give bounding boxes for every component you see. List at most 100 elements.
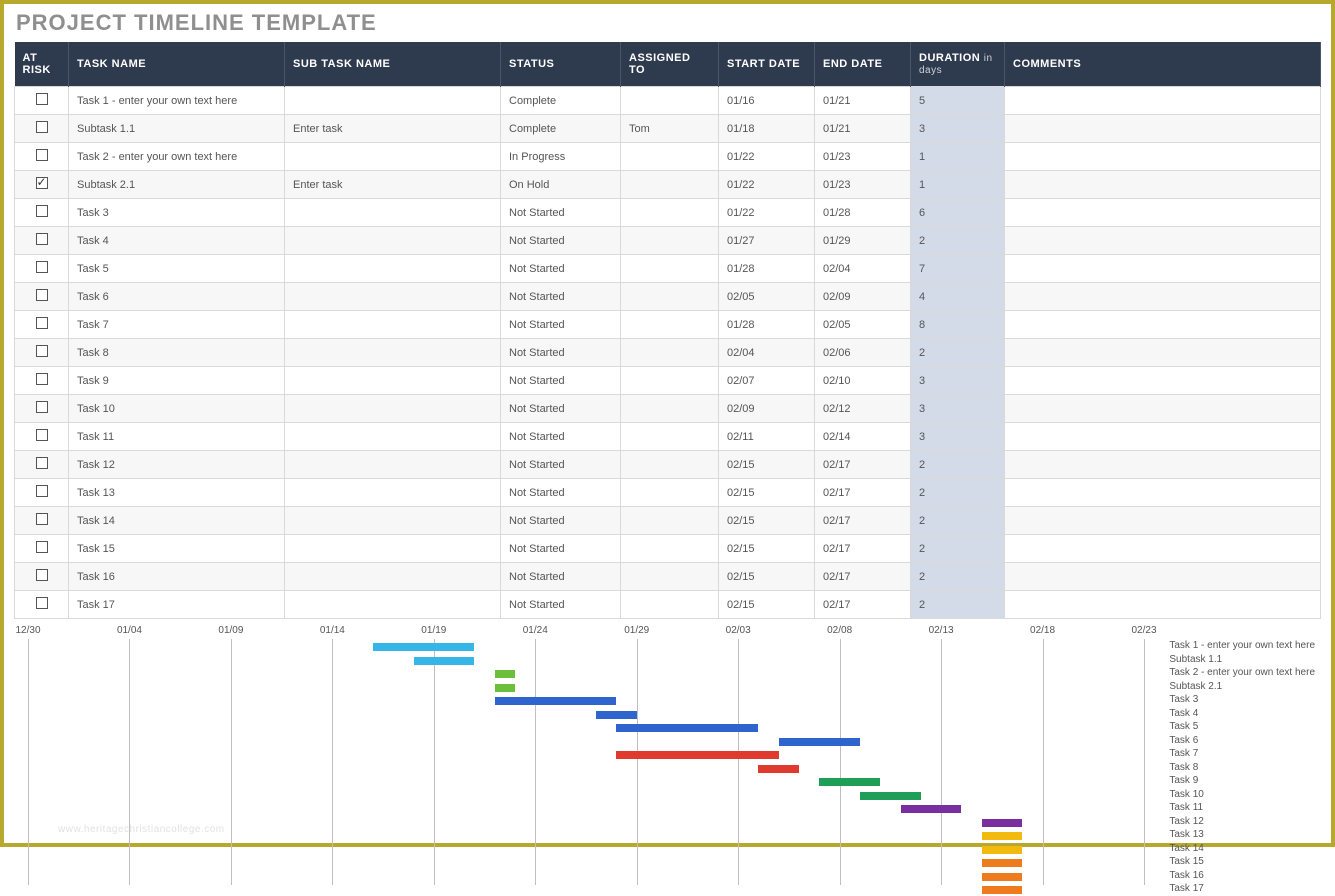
assigned-cell[interactable]	[621, 535, 719, 563]
task-name-cell[interactable]: Task 15	[69, 535, 285, 563]
end-cell[interactable]: 02/05	[815, 311, 911, 339]
task-name-cell[interactable]: Task 7	[69, 311, 285, 339]
end-cell[interactable]: 01/23	[815, 143, 911, 171]
task-name-cell[interactable]: Task 1 - enter your own text here	[69, 87, 285, 115]
status-cell[interactable]: Complete	[501, 115, 621, 143]
assigned-cell[interactable]	[621, 283, 719, 311]
task-name-cell[interactable]: Task 13	[69, 479, 285, 507]
start-cell[interactable]: 02/15	[719, 563, 815, 591]
subtask-cell[interactable]	[285, 255, 501, 283]
risk-checkbox[interactable]	[36, 485, 48, 497]
task-name-cell[interactable]: Subtask 2.1	[69, 171, 285, 199]
comments-cell[interactable]	[1005, 171, 1321, 199]
comments-cell[interactable]	[1005, 311, 1321, 339]
assigned-cell[interactable]	[621, 507, 719, 535]
task-name-cell[interactable]: Task 11	[69, 423, 285, 451]
start-cell[interactable]: 02/15	[719, 507, 815, 535]
end-cell[interactable]: 02/17	[815, 535, 911, 563]
end-cell[interactable]: 02/17	[815, 591, 911, 619]
risk-checkbox[interactable]	[36, 205, 48, 217]
subtask-cell[interactable]: Enter task	[285, 171, 501, 199]
risk-checkbox[interactable]	[36, 457, 48, 469]
comments-cell[interactable]	[1005, 283, 1321, 311]
status-cell[interactable]: Not Started	[501, 311, 621, 339]
subtask-cell[interactable]	[285, 423, 501, 451]
assigned-cell[interactable]	[621, 591, 719, 619]
assigned-cell[interactable]	[621, 395, 719, 423]
assigned-cell[interactable]: Tom	[621, 115, 719, 143]
subtask-cell[interactable]	[285, 283, 501, 311]
start-cell[interactable]: 02/07	[719, 367, 815, 395]
task-name-cell[interactable]: Task 12	[69, 451, 285, 479]
comments-cell[interactable]	[1005, 87, 1321, 115]
subtask-cell[interactable]	[285, 367, 501, 395]
risk-checkbox[interactable]	[36, 569, 48, 581]
subtask-cell[interactable]	[285, 591, 501, 619]
assigned-cell[interactable]	[621, 171, 719, 199]
start-cell[interactable]: 02/15	[719, 535, 815, 563]
subtask-cell[interactable]	[285, 479, 501, 507]
task-name-cell[interactable]: Task 16	[69, 563, 285, 591]
subtask-cell[interactable]	[285, 535, 501, 563]
end-cell[interactable]: 01/28	[815, 199, 911, 227]
task-name-cell[interactable]: Task 8	[69, 339, 285, 367]
comments-cell[interactable]	[1005, 451, 1321, 479]
start-cell[interactable]: 02/04	[719, 339, 815, 367]
assigned-cell[interactable]	[621, 367, 719, 395]
comments-cell[interactable]	[1005, 367, 1321, 395]
status-cell[interactable]: Not Started	[501, 591, 621, 619]
assigned-cell[interactable]	[621, 199, 719, 227]
comments-cell[interactable]	[1005, 255, 1321, 283]
subtask-cell[interactable]	[285, 339, 501, 367]
end-cell[interactable]: 02/04	[815, 255, 911, 283]
end-cell[interactable]: 02/17	[815, 563, 911, 591]
status-cell[interactable]: Not Started	[501, 283, 621, 311]
start-cell[interactable]: 02/11	[719, 423, 815, 451]
status-cell[interactable]: Not Started	[501, 339, 621, 367]
comments-cell[interactable]	[1005, 479, 1321, 507]
comments-cell[interactable]	[1005, 339, 1321, 367]
subtask-cell[interactable]	[285, 563, 501, 591]
risk-checkbox[interactable]	[36, 345, 48, 357]
task-name-cell[interactable]: Task 4	[69, 227, 285, 255]
task-name-cell[interactable]: Task 3	[69, 199, 285, 227]
assigned-cell[interactable]	[621, 143, 719, 171]
task-name-cell[interactable]: Task 17	[69, 591, 285, 619]
end-cell[interactable]: 02/17	[815, 451, 911, 479]
subtask-cell[interactable]	[285, 227, 501, 255]
status-cell[interactable]: Not Started	[501, 255, 621, 283]
subtask-cell[interactable]	[285, 311, 501, 339]
task-name-cell[interactable]: Task 10	[69, 395, 285, 423]
task-name-cell[interactable]: Task 2 - enter your own text here	[69, 143, 285, 171]
subtask-cell[interactable]	[285, 87, 501, 115]
assigned-cell[interactable]	[621, 255, 719, 283]
assigned-cell[interactable]	[621, 451, 719, 479]
comments-cell[interactable]	[1005, 115, 1321, 143]
end-cell[interactable]: 02/10	[815, 367, 911, 395]
comments-cell[interactable]	[1005, 227, 1321, 255]
subtask-cell[interactable]	[285, 199, 501, 227]
start-cell[interactable]: 02/09	[719, 395, 815, 423]
comments-cell[interactable]	[1005, 395, 1321, 423]
comments-cell[interactable]	[1005, 423, 1321, 451]
status-cell[interactable]: Not Started	[501, 507, 621, 535]
subtask-cell[interactable]	[285, 395, 501, 423]
status-cell[interactable]: Not Started	[501, 199, 621, 227]
risk-checkbox[interactable]	[36, 289, 48, 301]
risk-checkbox[interactable]	[36, 597, 48, 609]
start-cell[interactable]: 01/18	[719, 115, 815, 143]
task-name-cell[interactable]: Task 6	[69, 283, 285, 311]
end-cell[interactable]: 02/17	[815, 507, 911, 535]
task-name-cell[interactable]: Task 9	[69, 367, 285, 395]
status-cell[interactable]: Not Started	[501, 395, 621, 423]
start-cell[interactable]: 02/05	[719, 283, 815, 311]
assigned-cell[interactable]	[621, 87, 719, 115]
end-cell[interactable]: 01/29	[815, 227, 911, 255]
comments-cell[interactable]	[1005, 563, 1321, 591]
risk-checkbox[interactable]	[36, 373, 48, 385]
end-cell[interactable]: 02/12	[815, 395, 911, 423]
task-name-cell[interactable]: Subtask 1.1	[69, 115, 285, 143]
comments-cell[interactable]	[1005, 199, 1321, 227]
assigned-cell[interactable]	[621, 339, 719, 367]
comments-cell[interactable]	[1005, 143, 1321, 171]
